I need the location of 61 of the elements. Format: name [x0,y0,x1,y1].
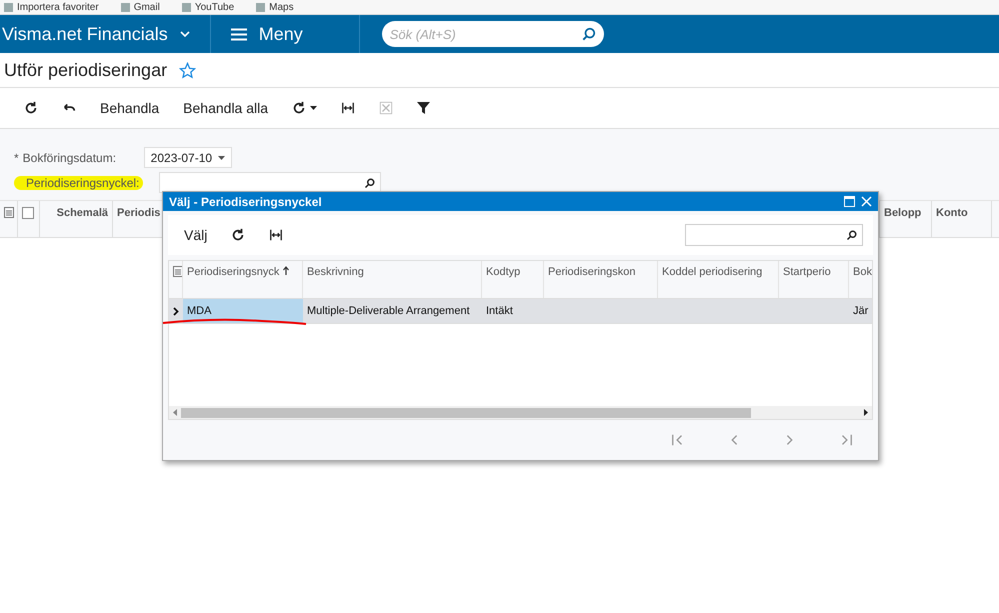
table-cell: Intäkt [486,305,513,317]
excel-icon [379,101,394,115]
caret-icon [310,106,318,110]
table-cell: MDA [187,305,212,317]
bookmark-link[interactable]: YouTube [194,2,234,12]
search-icon [364,176,376,188]
column-header[interactable]: Belopp [880,201,932,237]
table-cell: Jär [853,305,868,317]
scroll-left-icon[interactable] [173,409,177,416]
search-icon [846,229,858,241]
filter-icon [417,102,430,114]
fit-columns-icon [341,101,356,115]
star-icon[interactable] [179,62,196,78]
bookmark-link[interactable]: Maps [269,2,294,12]
scrollbar-thumb[interactable] [181,408,751,418]
column-header[interactable]: Startperio [783,266,831,278]
table-row[interactable]: MDA Multiple-Deliverable Arrangement Intäkt Jär [169,299,872,324]
refresh-icon [231,228,246,242]
search-icon [582,27,596,41]
refresh-icon [24,101,38,115]
column-header[interactable]: Kodtyp [486,266,520,278]
lookup-field[interactable] [159,172,382,193]
bookmark-icon [120,2,130,12]
field-label: Bokföringsdatum: [22,150,118,164]
column-header[interactable]: Koddel periodisering [662,266,762,278]
menu-icon [230,28,247,40]
field-label: Periodiseringsnyckel: [14,176,144,190]
toolbar-button[interactable]: Behandla alla [171,93,280,123]
caret-icon [218,156,225,160]
app-switcher[interactable]: Visma.net Financials [0,15,211,53]
table-cell: Multiple-Deliverable Arrangement [307,305,470,317]
chevron-down-icon [180,31,190,37]
column-header[interactable]: Schemalä [40,201,113,237]
column-header[interactable]: Beskrivning [307,266,364,278]
row-pointer-icon [173,306,179,316]
bookmark-link[interactable]: Importera favoriter [17,2,99,12]
page-title: Utför periodiseringar [4,60,168,80]
grid-settings-icon[interactable] [173,266,182,277]
bookmark-icon [182,2,191,12]
fit-columns-icon [269,228,284,242]
refresh-icon [292,101,306,115]
bookmark-icon [4,2,13,12]
column-header[interactable]: Konto [932,201,992,237]
column-header[interactable]: Periodiseringsnyck [187,266,280,278]
search-field[interactable]: Sök (Alt+S) [382,21,604,47]
scroll-right-icon[interactable] [864,409,868,416]
last-page-icon [839,433,853,447]
first-page-icon [671,433,685,447]
toolbar-button[interactable]: Behandla [88,93,172,123]
grid-settings-icon[interactable] [4,207,14,218]
close-icon[interactable] [861,196,872,207]
column-header[interactable]: Periodiseringskon [548,266,636,278]
menu-button[interactable]: Meny [210,15,360,53]
search-field[interactable] [685,224,863,246]
bookmark-icon [256,2,266,12]
bookmark-link[interactable]: Gmail [134,2,160,12]
date-field[interactable]: 2023-07-10 [144,147,232,168]
select-all-checkbox[interactable] [22,207,34,219]
required-mark: * [14,150,19,164]
column-header[interactable]: Bok [853,266,872,278]
maximize-icon[interactable] [844,196,855,207]
